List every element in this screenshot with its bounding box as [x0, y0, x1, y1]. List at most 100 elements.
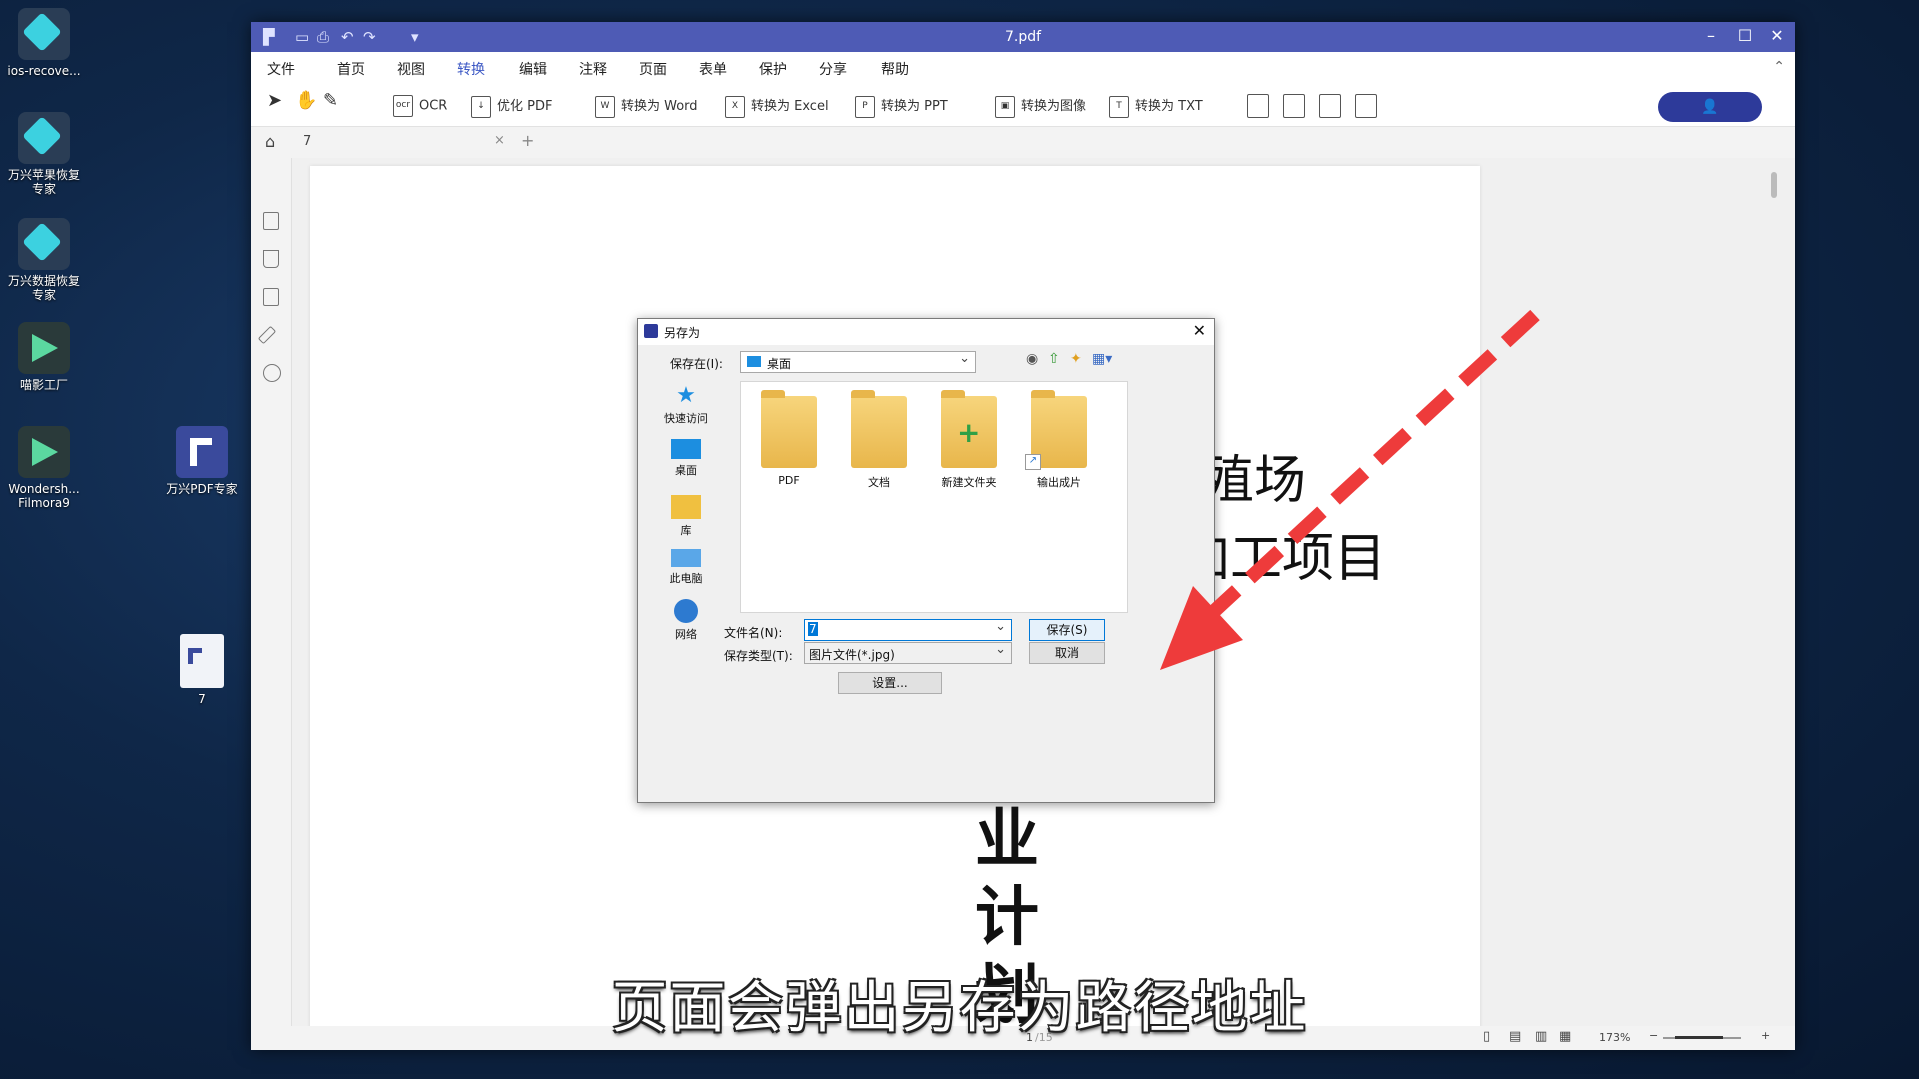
up-folder-icon[interactable]: ⇧ — [1048, 351, 1060, 367]
settings-button[interactable]: 设置... — [838, 672, 942, 694]
attachment-icon[interactable] — [257, 325, 277, 345]
desktop-icon-filmora9[interactable]: Wondersh... Filmora9 — [0, 426, 94, 510]
menu-convert[interactable]: 转换 — [457, 59, 485, 84]
ocr-button[interactable]: ocr OCR — [393, 95, 447, 117]
close-button[interactable]: ✕ — [1763, 26, 1791, 45]
new-folder-icon[interactable]: ✦ — [1070, 351, 1082, 367]
ocr-icon: ocr — [393, 95, 413, 117]
search-icon[interactable] — [263, 364, 281, 382]
library-icon — [671, 495, 701, 519]
folder-item[interactable]: PDF — [749, 390, 829, 487]
tab-close-icon[interactable]: × — [494, 133, 505, 148]
to-word-button[interactable]: W 转换为 Word — [595, 95, 698, 118]
desktop-folder-icon — [747, 356, 761, 367]
menu-home[interactable]: 首页 — [337, 59, 365, 79]
menu-comment[interactable]: 注释 — [579, 59, 607, 79]
user-account-button[interactable]: 👤 — [1658, 92, 1762, 122]
place-desktop[interactable]: 桌面 — [648, 439, 724, 478]
filename-value: 7 — [808, 622, 818, 636]
collapse-ribbon-icon[interactable]: ⌃ — [1773, 59, 1785, 75]
menu-edit[interactable]: 编辑 — [519, 59, 547, 79]
menu-share[interactable]: 分享 — [819, 59, 847, 79]
filetype-label: 保存类型(T): — [724, 649, 793, 663]
desktop-icon-file-7[interactable]: 7 — [152, 634, 252, 706]
wondershare-app-icon — [18, 8, 70, 60]
menu-protect[interactable]: 保护 — [759, 59, 787, 79]
view-menu-icon[interactable]: ▦▾ — [1092, 351, 1112, 367]
place-library[interactable]: 库 — [648, 495, 724, 538]
desktop-icon-miaoying[interactable]: 喵影工厂 — [0, 322, 94, 392]
pdf-file-icon — [180, 634, 224, 688]
place-this-pc[interactable]: 此电脑 — [648, 549, 724, 586]
folder-icon — [851, 390, 907, 468]
home-icon[interactable]: ⌂ — [265, 132, 275, 151]
menu-form[interactable]: 表单 — [699, 59, 727, 79]
menu-bar: 文件 首页 视图 转换 编辑 注释 页面 表单 保护 分享 帮助 ⌃ — [251, 52, 1795, 84]
image-icon: ▣ — [995, 95, 1015, 118]
menu-help[interactable]: 帮助 — [881, 59, 909, 79]
to-ppt-button[interactable]: P 转换为 PPT — [855, 95, 948, 118]
new-tab-icon[interactable]: + — [521, 131, 534, 150]
dialog-close-icon[interactable]: ✕ — [1193, 321, 1206, 340]
to-image-button[interactable]: ▣ 转换为图像 — [995, 95, 1086, 118]
desktop-icon-label: ios-recove... — [7, 64, 81, 78]
star-icon: ★ — [676, 383, 696, 408]
user-icon: 👤 — [1701, 99, 1719, 115]
back-icon[interactable]: ◉ — [1026, 351, 1038, 367]
desktop-icon-label: Wondersh... — [8, 482, 80, 496]
app-logo-icon — [644, 324, 658, 338]
desktop-icon-label: 万兴数据恢复 — [7, 274, 80, 288]
vertical-scrollbar[interactable] — [1771, 172, 1777, 198]
to-html-icon[interactable] — [1283, 94, 1305, 118]
maximize-button[interactable]: ☐ — [1731, 26, 1759, 45]
menu-page[interactable]: 页面 — [639, 59, 667, 79]
to-excel-button[interactable]: X 转换为 Excel — [725, 95, 829, 118]
filename-input[interactable]: 7 — [804, 619, 1012, 641]
left-sidebar — [251, 158, 292, 1050]
minimize-button[interactable]: – — [1697, 26, 1725, 45]
menu-view[interactable]: 视图 — [397, 59, 425, 79]
optimize-pdf-button[interactable]: ↓ 优化 PDF — [471, 95, 552, 118]
desktop-icon — [671, 439, 701, 459]
desktop-icon-iphone-recovery[interactable]: 万兴苹果恢复 专家 — [0, 112, 94, 196]
desktop-icon-label: 7 — [198, 692, 206, 706]
to-rtf-icon[interactable] — [1319, 94, 1341, 118]
desktop-icon-label-line2: 专家 — [31, 182, 56, 196]
pdf-expert-app-icon — [176, 426, 228, 478]
document-tab-bar: ⌂ 7 × + — [251, 127, 1795, 157]
document-tab[interactable]: 7 — [303, 134, 311, 149]
folder-item[interactable]: ↗ 输出成片 — [1019, 390, 1099, 490]
edit-tool-icon[interactable]: ✎ — [323, 90, 338, 111]
place-quick-access[interactable]: ★ 快速访问 — [648, 383, 724, 426]
save-button[interactable]: 保存(S) — [1029, 619, 1105, 641]
title-bar: ▛ ▭ ⎙ ↶ ↷ ▾ 7.pdf – ☐ ✕ — [251, 22, 1795, 52]
to-pdfa-icon[interactable] — [1355, 94, 1377, 118]
save-as-dialog: 另存为 ✕ 保存在(I): 桌面 ◉ ⇧ ✦ ▦▾ ★ 快速访问 桌面 库 此电… — [637, 318, 1215, 803]
bookmark-icon[interactable] — [263, 250, 279, 268]
video-subtitle: 页面会弹出另存为路径地址 — [611, 976, 1308, 1041]
folder-icon — [761, 390, 817, 468]
save-in-dropdown[interactable]: 桌面 — [740, 351, 976, 373]
excel-icon: X — [725, 95, 745, 118]
desktop-icon-pdf-expert[interactable]: 万兴PDF专家 — [152, 426, 252, 496]
window-title: 7.pdf — [1004, 29, 1042, 45]
dialog-title: 另存为 — [664, 326, 701, 340]
folder-item[interactable]: + 新建文件夹 — [929, 390, 1009, 490]
to-epub-icon[interactable] — [1247, 94, 1269, 118]
folder-item[interactable]: 文档 — [839, 390, 919, 490]
desktop-icon-data-recovery[interactable]: 万兴数据恢复 专家 — [0, 218, 94, 302]
place-network[interactable]: 网络 — [648, 599, 724, 642]
network-icon — [674, 599, 698, 623]
comment-icon[interactable] — [263, 288, 279, 306]
desktop-icon-ios-recovery[interactable]: ios-recove... — [0, 8, 94, 78]
cancel-button[interactable]: 取消 — [1029, 642, 1105, 664]
folder-shortcut-icon: ↗ — [1025, 390, 1087, 470]
select-tool-icon[interactable]: ➤ — [267, 90, 282, 111]
convert-toolbar: ➤ ✋ ✎ ocr OCR ↓ 优化 PDF W 转换为 Word X 转换为 Exce… — [251, 82, 1795, 127]
hand-tool-icon[interactable]: ✋ — [295, 90, 317, 111]
to-txt-button[interactable]: T 转换为 TXT — [1109, 95, 1203, 118]
places-bar: ★ 快速访问 桌面 库 此电脑 网络 — [648, 383, 724, 641]
filetype-dropdown[interactable]: 图片文件(*.jpg) — [804, 642, 1012, 664]
thumbnails-icon[interactable] — [263, 212, 279, 230]
menu-file[interactable]: 文件 — [267, 59, 295, 79]
